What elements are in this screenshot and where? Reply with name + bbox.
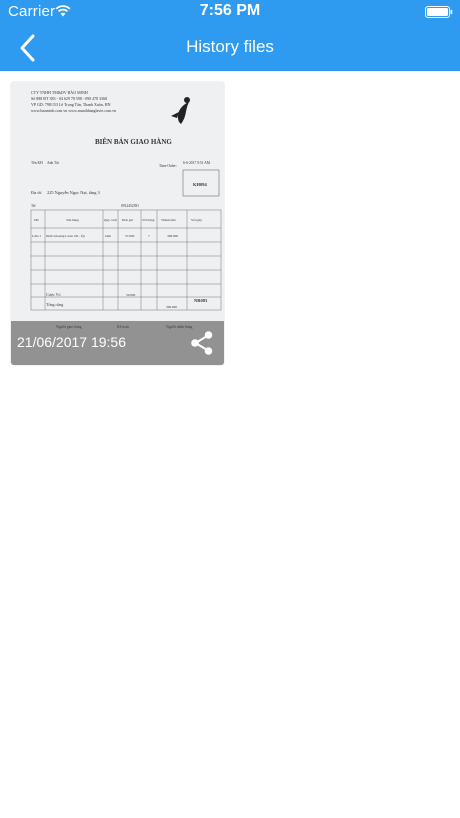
thumb-shell-value: 50.000 bbox=[126, 293, 136, 297]
thumb-col-5: Số lượng bbox=[142, 218, 155, 222]
status-bar: Carrier 7:56 PM bbox=[0, 0, 460, 24]
thumb-address-label: Địa chỉ bbox=[31, 191, 41, 195]
thumb-item-code: LAV-1 bbox=[32, 234, 41, 238]
thumb-company-line-4: www.baominh.com.vn www.muathhanglavie.co… bbox=[31, 108, 116, 113]
nav-bar: History files bbox=[0, 24, 460, 71]
thumb-code: KH094 bbox=[193, 182, 208, 187]
thumb-col-6: Thành tiền bbox=[161, 218, 176, 222]
status-time: 7:56 PM bbox=[199, 2, 261, 19]
thumb-customer-label: Tên KH bbox=[31, 161, 43, 165]
thumb-item-price: 57.000 bbox=[125, 234, 135, 238]
battery-icon bbox=[425, 6, 453, 18]
thumb-time-order: 6-6-2017 9:51 AM bbox=[183, 161, 211, 165]
app-header: Carrier 7:56 PM History files bbox=[0, 0, 460, 71]
history-file-card[interactable]: CTY TNHH TM&DV BẢO MINH Số 888 ĐT 383 - … bbox=[11, 82, 224, 365]
thumb-shell-label: Cược Vỏ bbox=[46, 292, 61, 297]
thumb-company-line-1: CTY TNHH TM&DV BẢO MINH bbox=[31, 90, 88, 95]
thumb-time-order-label: Time Order: bbox=[159, 164, 177, 168]
thumb-col-1: Mã bbox=[34, 218, 39, 222]
thumb-customer: Anh Tài bbox=[47, 161, 59, 165]
thumb-code-2: NR083 bbox=[194, 298, 208, 303]
thumb-company-line-2: Số 888 ĐT 383 - 04 629 78 598 - 090 478 … bbox=[31, 96, 107, 101]
share-button[interactable] bbox=[189, 330, 215, 356]
thumb-phone-label: Tel bbox=[31, 204, 36, 208]
thumb-total-label: Tổng cộng bbox=[46, 302, 63, 307]
file-timestamp: 21/06/2017 19:56 bbox=[17, 334, 126, 350]
page-title: History files bbox=[186, 37, 274, 56]
share-icon bbox=[191, 331, 213, 355]
thumb-title: BIÊN BẢN GIAO HÀNG bbox=[95, 138, 172, 146]
thumb-phone: 0912452391 bbox=[121, 204, 139, 208]
thumb-item-name: Nước khoáng Lavie 19l - Úp bbox=[46, 233, 85, 238]
file-info-overlay: 21/06/2017 19:56 bbox=[11, 321, 224, 365]
thumb-item-total: 399.000 bbox=[167, 234, 178, 238]
thumb-col-2: Tên hàng bbox=[66, 218, 79, 222]
thumb-item-unit: bình bbox=[105, 234, 111, 238]
thumb-col-7: Số ngày bbox=[191, 218, 202, 222]
thumb-item-qty: 7 bbox=[148, 234, 150, 238]
thumb-total-value: 399.000 bbox=[166, 305, 177, 309]
thumb-col-4: Đơn giá bbox=[122, 218, 133, 222]
thumb-col-3: Quy cách bbox=[104, 218, 117, 222]
